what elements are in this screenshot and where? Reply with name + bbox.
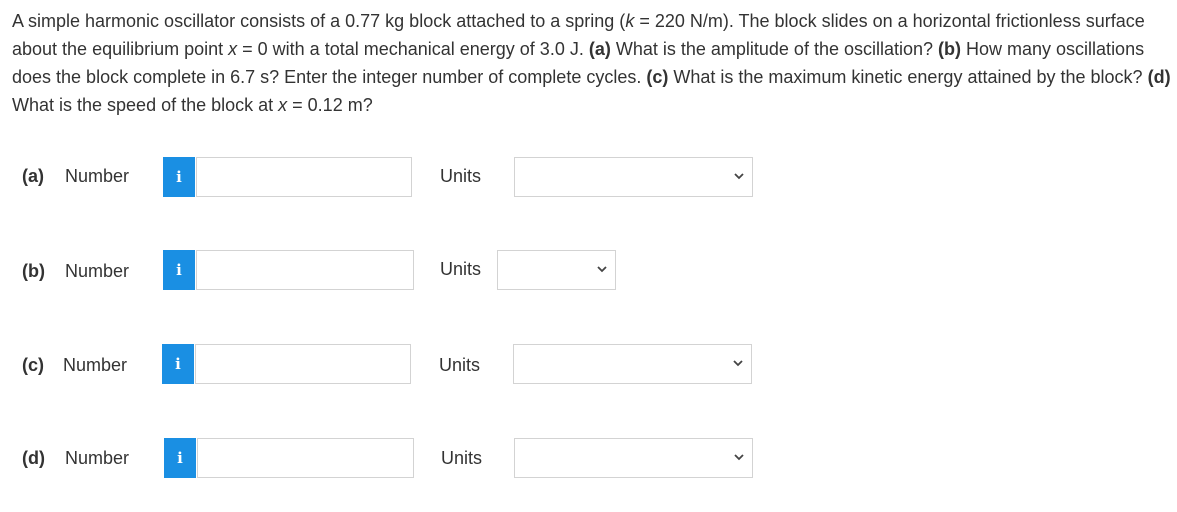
answer-row-a: (a) Number i Units <box>0 157 1177 199</box>
chevron-down-icon <box>733 360 743 367</box>
question-part-c-marker: (c) <box>646 67 669 87</box>
info-icon[interactable]: i <box>163 250 195 290</box>
info-icon[interactable]: i <box>162 344 194 384</box>
part-label: (a) <box>22 166 44 186</box>
question-segment: = 0.12 m? <box>287 95 373 115</box>
chevron-down-icon <box>734 173 744 180</box>
units-label: Units <box>440 259 482 279</box>
question-segment: What is the amplitude of the oscillation… <box>610 39 939 59</box>
units-label: Units <box>441 448 483 468</box>
units-select-c[interactable] <box>513 344 752 384</box>
question-part-d-marker: (d) <box>1147 67 1171 87</box>
question-segment: = 0 with a total mechanical energy of 3.… <box>237 39 589 59</box>
variable-x: x <box>278 95 288 115</box>
question-part-b-marker: (b) <box>938 39 962 59</box>
variable-x: x <box>228 39 238 59</box>
answer-row-d: (d) Number i Units <box>0 438 1177 480</box>
number-label: Number <box>65 448 130 468</box>
question-segment: A simple harmonic oscillator consists of… <box>12 11 626 31</box>
part-label: (d) <box>22 448 45 468</box>
units-select-b[interactable] <box>497 250 616 290</box>
question-text: A simple harmonic oscillator consists of… <box>12 7 1172 119</box>
number-input-c[interactable] <box>195 344 411 384</box>
units-select-a[interactable] <box>514 157 753 197</box>
chevron-down-icon <box>597 266 607 273</box>
info-icon[interactable]: i <box>164 438 196 478</box>
units-label: Units <box>439 355 481 375</box>
question-part-a-marker: (a) <box>588 39 611 59</box>
variable-k: k <box>625 11 635 31</box>
number-input-a[interactable] <box>196 157 412 197</box>
part-label: (b) <box>22 261 45 281</box>
question-segment: What is the speed of the block at <box>12 95 279 115</box>
info-icon[interactable]: i <box>163 157 195 197</box>
answer-row-b: (b) Number i Units <box>0 250 1177 292</box>
chevron-down-icon <box>734 454 744 461</box>
units-select-d[interactable] <box>514 438 753 478</box>
answer-row-c: (c) Number i Units <box>0 344 1177 386</box>
units-label: Units <box>440 166 482 186</box>
question-segment: What is the maximum kinetic energy attai… <box>668 67 1148 87</box>
number-input-b[interactable] <box>196 250 414 290</box>
number-label: Number <box>65 261 130 281</box>
number-label: Number <box>63 355 128 375</box>
number-label: Number <box>65 166 130 186</box>
number-input-d[interactable] <box>197 438 414 478</box>
part-label: (c) <box>22 355 44 375</box>
